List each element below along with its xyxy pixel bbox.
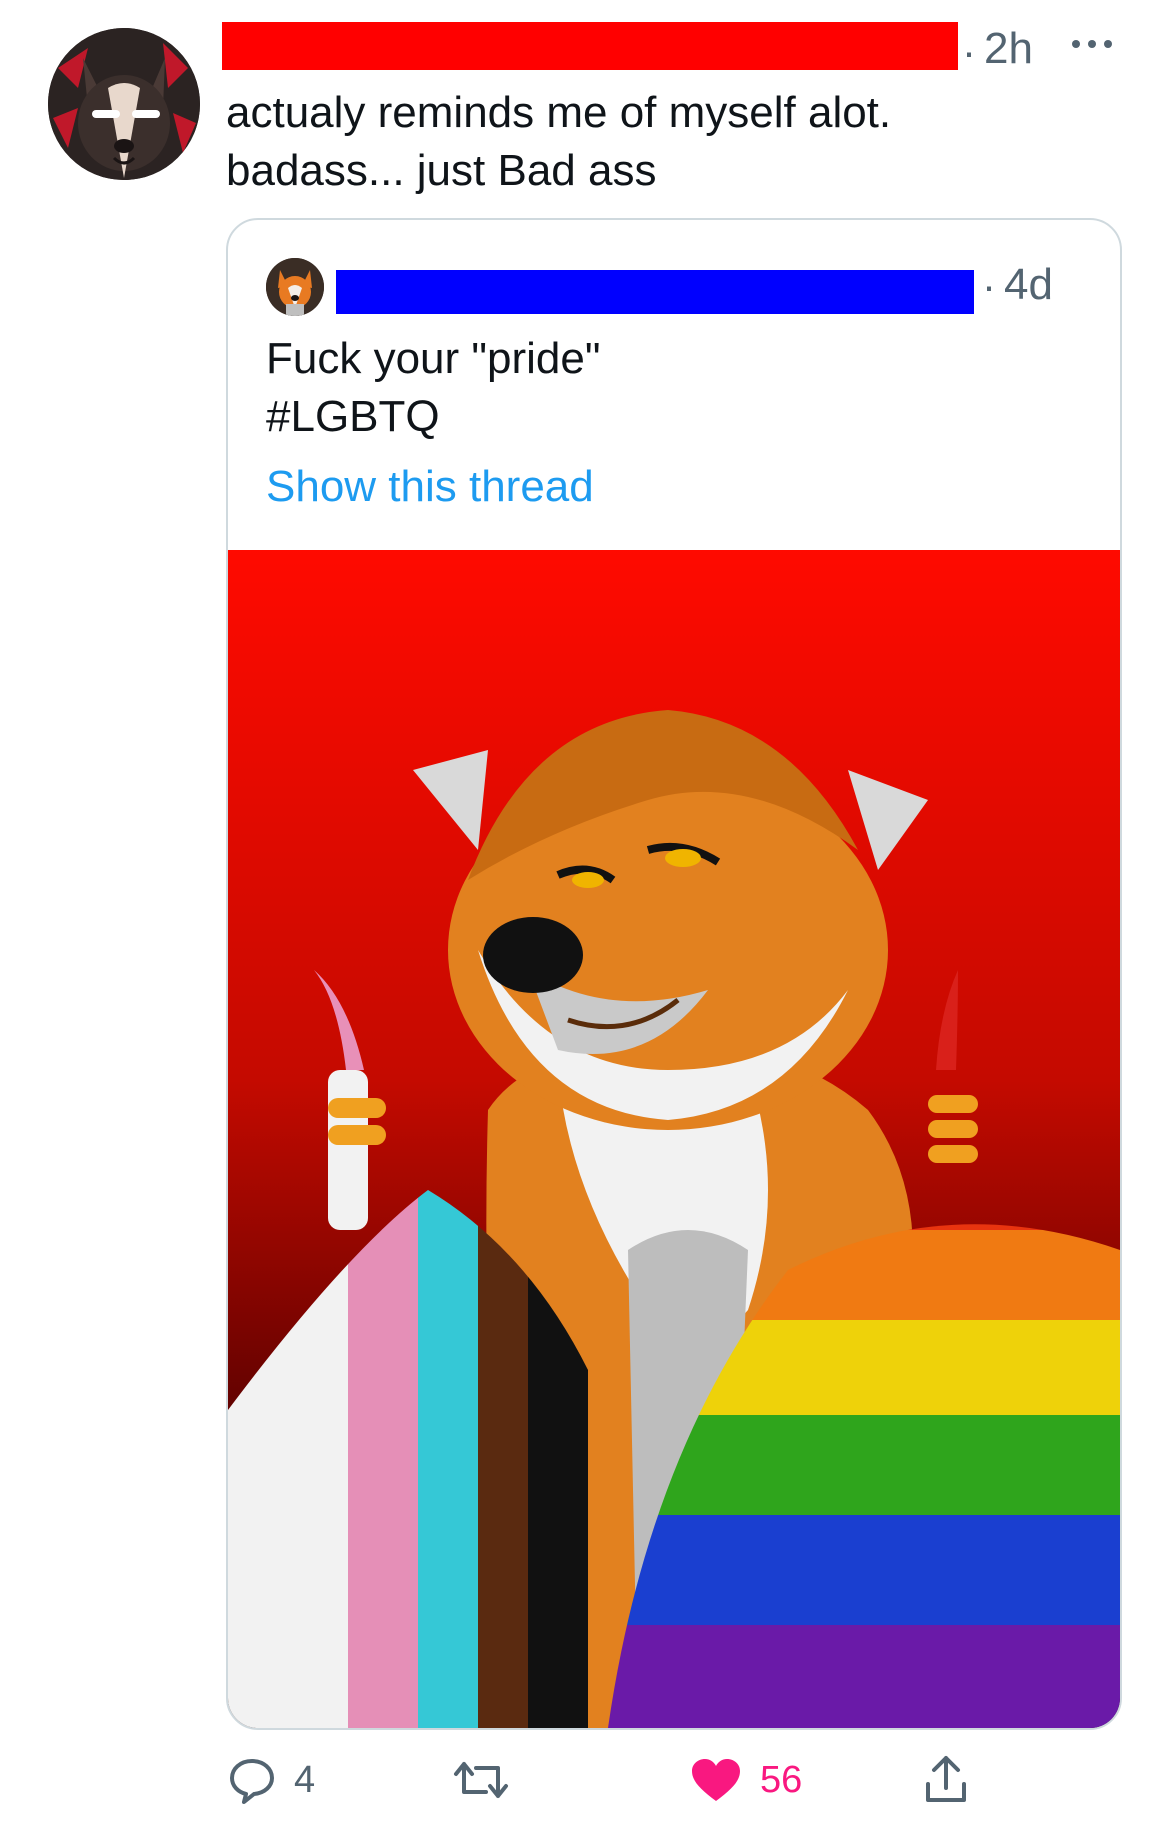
quoted-user-avatar[interactable] bbox=[266, 258, 324, 316]
quoted-media-image[interactable] bbox=[228, 550, 1120, 1728]
user-avatar[interactable] bbox=[48, 28, 200, 180]
like-count: 56 bbox=[760, 1758, 803, 1801]
more-options-icon[interactable] bbox=[1068, 24, 1116, 64]
quoted-timestamp[interactable]: 4d bbox=[1004, 260, 1053, 310]
reply-text-line2: badass... just Bad ass bbox=[226, 146, 657, 195]
like-button[interactable]: 56 bbox=[690, 1752, 802, 1808]
reply-text: actualy reminds me of myself alot. badas… bbox=[226, 84, 1126, 200]
wolf-holding-pride-flags-illustration bbox=[228, 550, 1120, 1728]
quoted-text: Fuck your "pride" #LGBTQ bbox=[266, 330, 1086, 446]
redacted-username bbox=[222, 22, 958, 70]
reply-text-line1: actualy reminds me of myself alot. bbox=[226, 88, 892, 137]
retweet-button[interactable] bbox=[452, 1752, 528, 1808]
quoted-time-separator: · bbox=[982, 262, 996, 309]
comment-icon bbox=[230, 1759, 274, 1804]
wolf-avatar-icon bbox=[48, 28, 200, 180]
share-icon bbox=[926, 1756, 966, 1802]
show-thread-link[interactable]: Show this thread bbox=[266, 462, 594, 512]
time-separator: · bbox=[962, 28, 976, 75]
retweet-icon bbox=[454, 1762, 508, 1798]
reply-count: 4 bbox=[294, 1758, 316, 1801]
reply-timestamp[interactable]: 2h bbox=[984, 24, 1033, 74]
quoted-tweet-card[interactable]: · 4d Fuck your "pride" #LGBTQ Show this … bbox=[226, 218, 1122, 1730]
heart-icon bbox=[692, 1759, 740, 1801]
reply-button[interactable]: 4 bbox=[228, 1752, 315, 1808]
quoted-text-line1: Fuck your "pride" bbox=[266, 334, 601, 383]
share-button[interactable] bbox=[922, 1752, 970, 1808]
fox-avatar-icon bbox=[266, 258, 324, 316]
quoted-redacted-username bbox=[336, 270, 974, 314]
quoted-hashtag[interactable]: #LGBTQ bbox=[266, 388, 1086, 446]
